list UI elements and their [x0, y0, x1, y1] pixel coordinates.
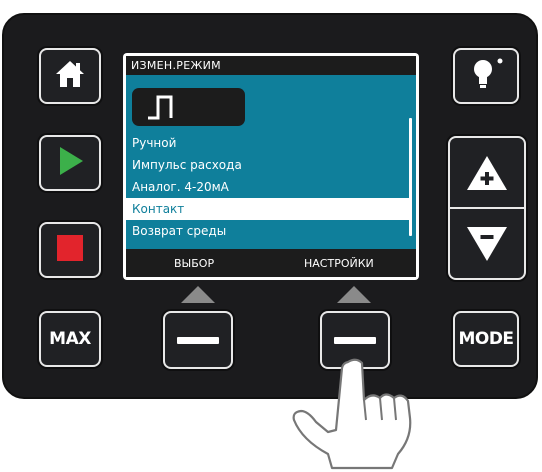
menu-item-analog[interactable]: Аналог. 4-20мА	[126, 176, 409, 198]
max-label: MAX	[49, 329, 91, 349]
stop-button[interactable]	[41, 224, 99, 276]
minus-bar-icon	[334, 336, 376, 344]
plus-button[interactable]	[450, 138, 524, 207]
plus-minus-rocker	[450, 138, 524, 278]
softkey-right-label: НАСТРОЙКИ	[304, 257, 374, 270]
pulse-wave-icon	[148, 95, 173, 120]
menu-item-flow-pulse[interactable]: Импульс расхода	[126, 154, 409, 176]
plus-arrow-icon	[467, 155, 507, 190]
softkey-left-button[interactable]	[165, 313, 231, 367]
lcd-screen: ИЗМЕН.РЕЖИМ Ручной Импульс расхода Анало…	[126, 56, 416, 277]
lightbulb-icon	[466, 57, 506, 95]
stop-icon	[56, 234, 84, 266]
minus-button[interactable]	[450, 209, 524, 278]
home-icon	[54, 59, 86, 93]
scrollbar[interactable]	[409, 118, 412, 236]
minus-bar-icon	[177, 336, 219, 344]
screen-title: ИЗМЕН.РЕЖИМ	[126, 56, 416, 75]
max-button[interactable]: MAX	[41, 313, 99, 365]
softkey-bar: ВЫБОР НАСТРОЙКИ	[126, 249, 416, 277]
play-icon	[55, 145, 85, 181]
light-button[interactable]	[455, 50, 517, 102]
menu-item-contact[interactable]: Контакт	[126, 198, 409, 220]
mode-indicator	[132, 88, 245, 126]
mode-menu: Ручной Импульс расхода Аналог. 4-20мА Ко…	[126, 132, 409, 242]
menu-item-manual[interactable]: Ручной	[126, 132, 409, 154]
start-button[interactable]	[41, 137, 99, 189]
softkey-right-arrow-icon	[337, 286, 371, 303]
minus-arrow-icon	[467, 226, 507, 261]
menu-item-return-flow[interactable]: Возврат среды	[126, 220, 409, 242]
lcd-display: ИЗМЕН.РЕЖИМ Ручной Импульс расхода Анало…	[123, 53, 419, 280]
home-button[interactable]	[41, 50, 99, 102]
softkey-left-label: ВЫБОР	[174, 257, 215, 270]
pointing-hand-icon	[292, 358, 412, 470]
mode-label: MODE	[458, 329, 514, 349]
softkey-left-arrow-icon	[181, 286, 215, 303]
mode-button[interactable]: MODE	[455, 313, 517, 365]
